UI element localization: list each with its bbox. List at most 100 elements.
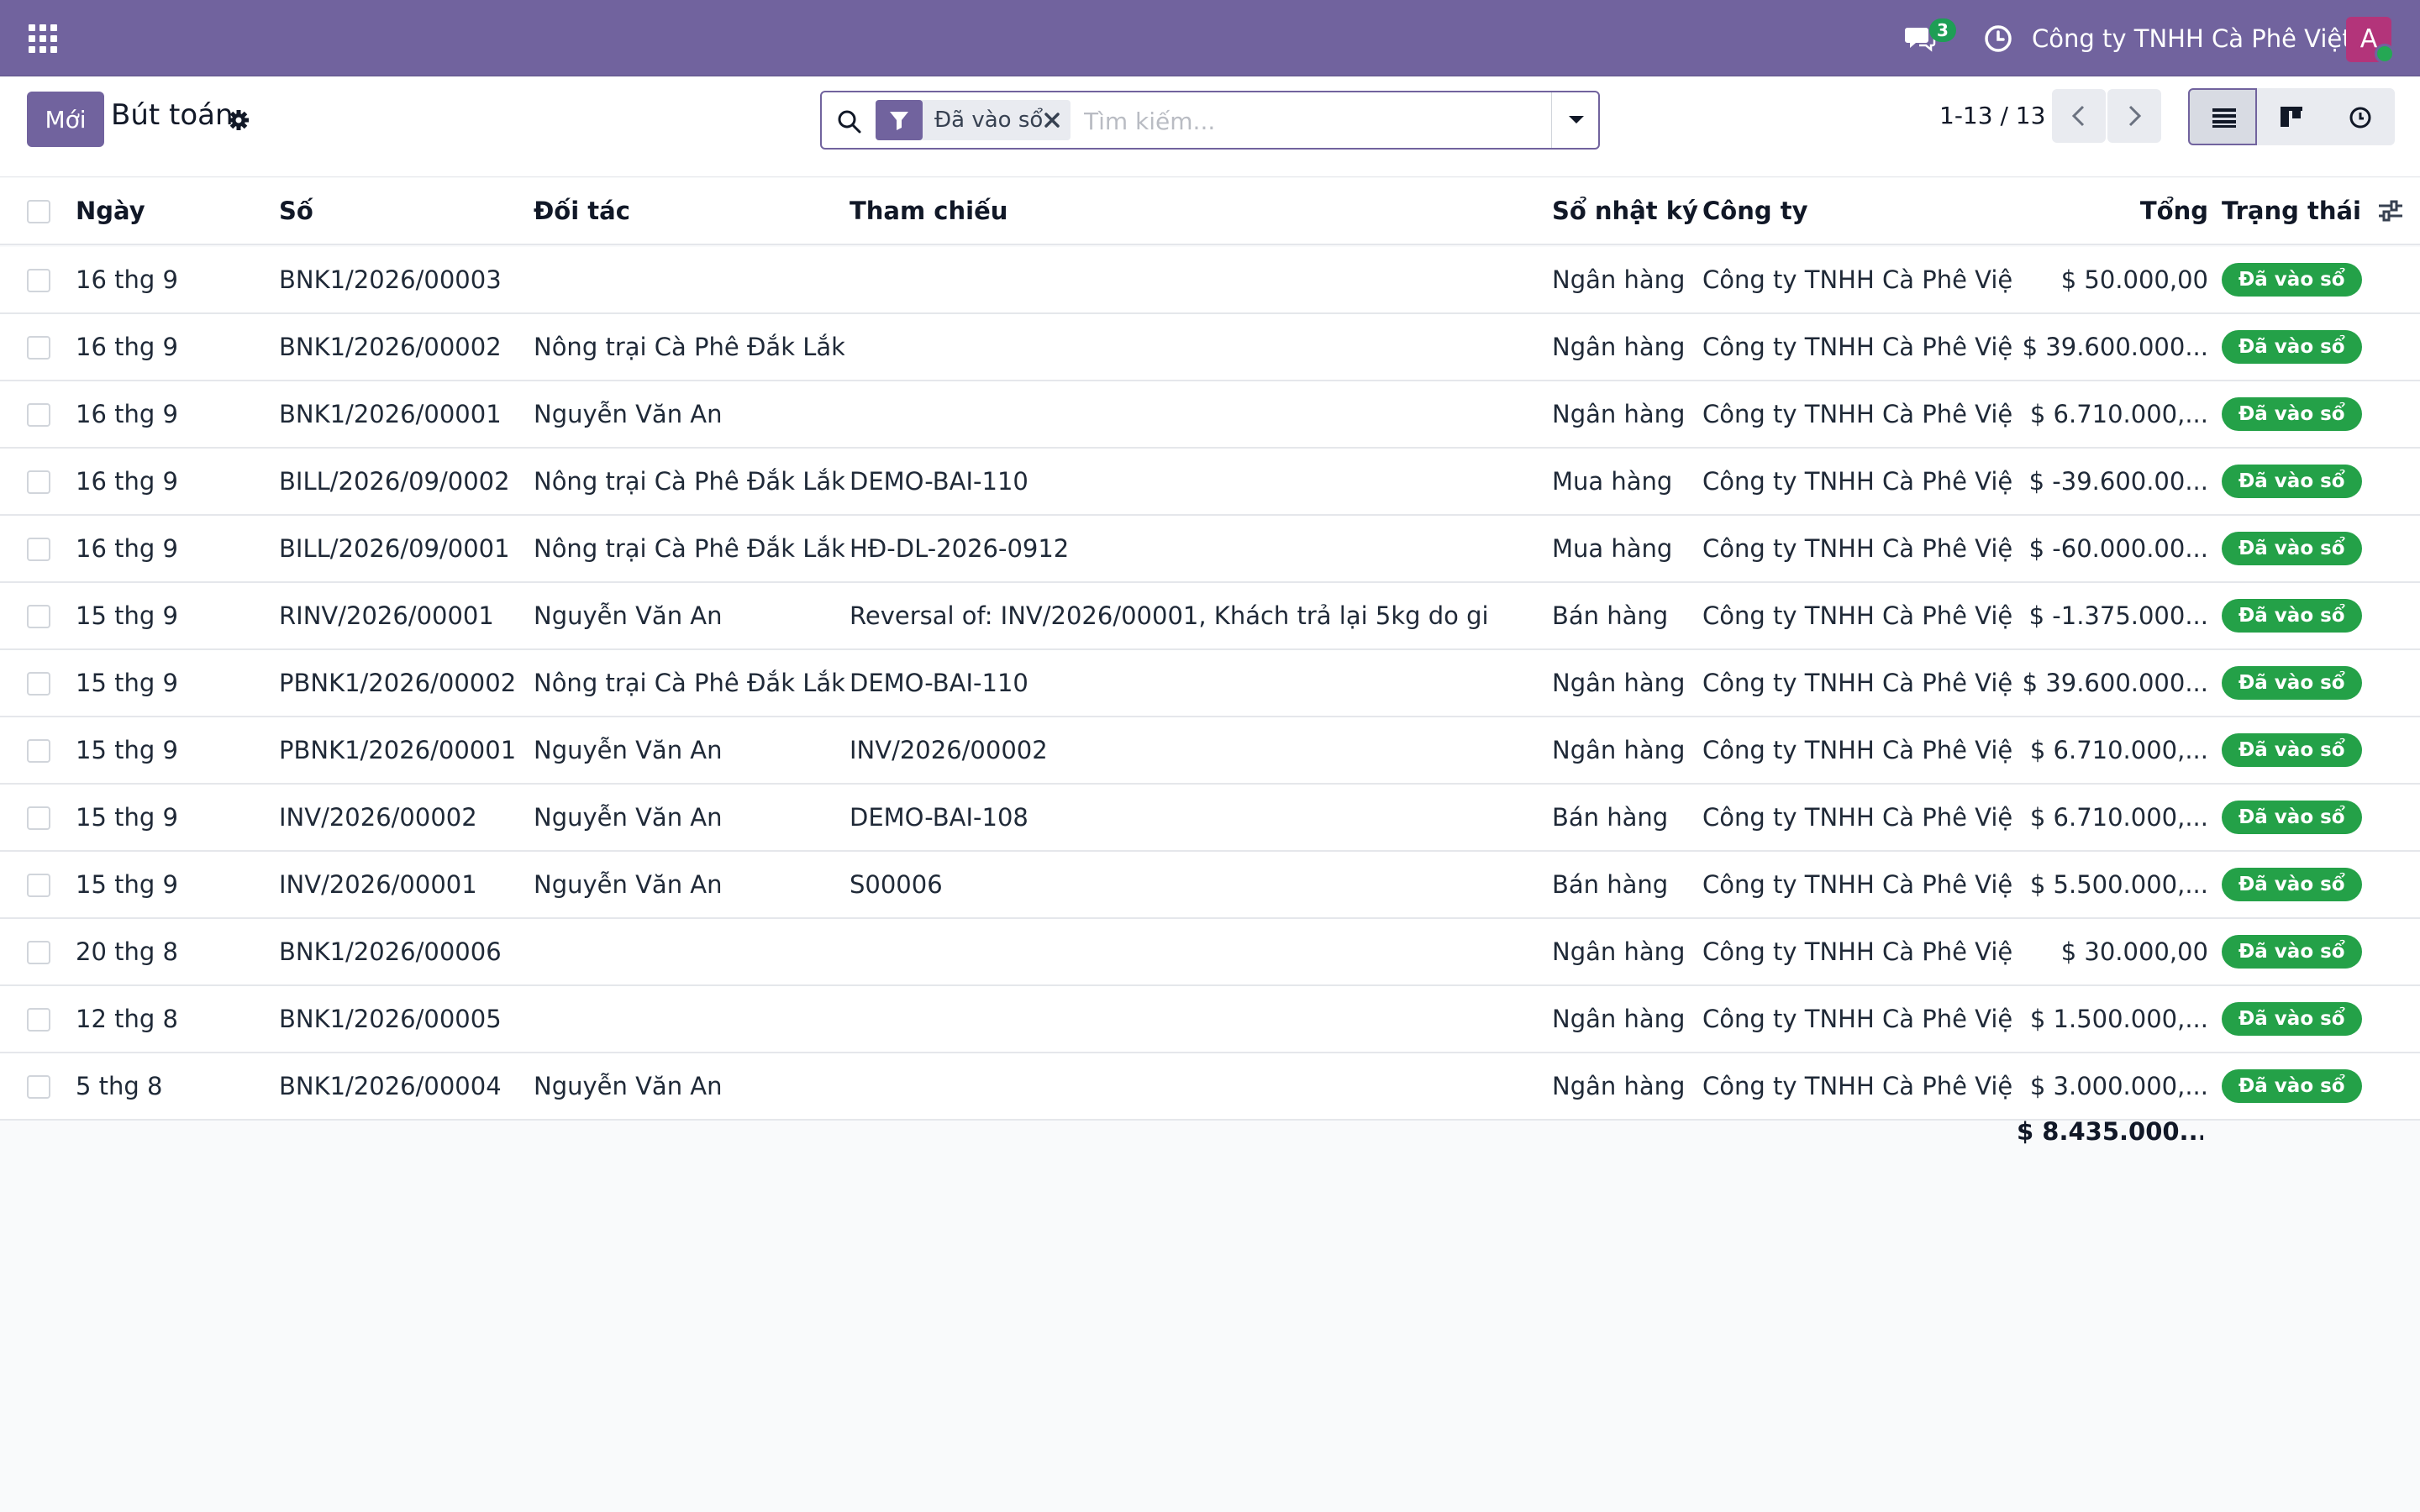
cell-reference: HĐ-DL-2026-0912 (850, 534, 1070, 563)
cell-number: INV/2026/00001 (279, 870, 477, 899)
table-row[interactable]: 5 thg 8 BNK1/2026/00004 Nguyễn Văn An Ngân … (0, 1053, 2420, 1121)
cell-total: $ -1.375.000... (2028, 601, 2208, 630)
column-header-total[interactable]: Tổng (2017, 178, 2208, 244)
table-row[interactable]: 15 thg 9 RINV/2026/00001 Nguyễn Văn An Reve… (0, 583, 2420, 650)
cell-date: 16 thg 9 (76, 400, 178, 428)
cell-company: Công ty TNHH Cà Phê Việt (1702, 1005, 2013, 1033)
row-checkbox[interactable] (27, 806, 50, 830)
filter-icon (876, 100, 923, 140)
row-checkbox[interactable] (27, 403, 50, 427)
column-header-status[interactable]: Trạng thái (2222, 178, 2365, 244)
row-checkbox[interactable] (27, 538, 50, 561)
select-all-checkbox[interactable] (27, 200, 50, 223)
cell-date: 16 thg 9 (76, 265, 178, 294)
table-row[interactable]: 20 thg 8 BNK1/2026/00006 Ngân hàng Công ty … (0, 919, 2420, 986)
cell-journal: Bán hàng (1552, 803, 1669, 832)
cell-total: $ 39.600.000... (2022, 669, 2208, 697)
row-checkbox[interactable] (27, 672, 50, 696)
activity-button[interactable] (1983, 24, 2013, 54)
column-header-reference[interactable]: Tham chiếu (850, 178, 1488, 244)
row-checkbox[interactable] (27, 1075, 50, 1099)
cell-reference (850, 919, 1488, 984)
cell-partner: Nguyễn Văn An (534, 736, 723, 764)
cell-status: Đã vào sổ (2222, 583, 2365, 648)
column-header-journal[interactable]: Sổ nhật ký (1552, 178, 1712, 244)
table-row[interactable]: 15 thg 9 INV/2026/00001 Nguyễn Văn An S0000… (0, 852, 2420, 919)
pager-next-button[interactable] (2107, 89, 2161, 143)
cell-date: 12 thg 8 (76, 1005, 178, 1033)
table-row[interactable]: 15 thg 9 PBNK1/2026/00002 Nông trại Cà Phê… (0, 650, 2420, 717)
cell-reference (850, 986, 1488, 1052)
cell-status: Đã vào sổ (2222, 247, 2365, 312)
cell-partner (534, 247, 844, 312)
cell-company: Công ty TNHH Cà Phê Việt (1702, 467, 2013, 496)
status-badge: Đã vào sổ (2222, 868, 2362, 901)
table-row[interactable]: 16 thg 9 BNK1/2026/00001 Nguyễn Văn An Ngân… (0, 381, 2420, 449)
remove-facet-icon[interactable] (1040, 108, 1064, 132)
table-row[interactable]: 15 thg 9 INV/2026/00002 Nguyễn Văn An DEMO-… (0, 785, 2420, 852)
table-row[interactable]: 12 thg 8 BNK1/2026/00005 Ngân hàng Công ty … (0, 986, 2420, 1053)
row-checkbox[interactable] (27, 874, 50, 897)
table-header-row: Ngày Số Đối tác Tham chiếu Sổ nhật ký Cô… (0, 178, 2420, 245)
cell-number: BILL/2026/09/0001 (279, 534, 510, 563)
cell-number: PBNK1/2026/00001 (279, 736, 517, 764)
activity-view-button[interactable] (2326, 88, 2395, 145)
control-panel: Mới Bút toán Đã vào sổ 1-1 (0, 76, 2420, 177)
cell-status: Đã vào sổ (2222, 785, 2365, 850)
row-checkbox[interactable] (27, 739, 50, 763)
gear-icon[interactable] (227, 108, 250, 132)
chevron-right-icon (2128, 105, 2142, 127)
table-row[interactable]: 16 thg 9 BILL/2026/09/0001 Nông trại Cà Ph… (0, 516, 2420, 583)
company-switcher[interactable]: Công ty TNHH Cà Phê Việt (2032, 20, 2352, 57)
kanban-view-button[interactable] (2257, 88, 2326, 145)
row-checkbox[interactable] (27, 605, 50, 628)
cell-reference: DEMO-BAI-110 (850, 467, 1028, 496)
cell-status: Đã vào sổ (2222, 381, 2365, 447)
row-checkbox[interactable] (27, 1008, 50, 1032)
messages-button[interactable]: 3 (1901, 18, 1956, 57)
cell-partner: Nguyễn Văn An (534, 803, 723, 832)
cell-company: Công ty TNHH Cà Phê Việt (1702, 870, 2013, 899)
list-view-button[interactable] (2188, 88, 2257, 145)
cell-total: $ 6.710.000,... (2029, 803, 2208, 832)
cell-status: Đã vào sổ (2222, 1053, 2365, 1119)
column-header-company[interactable]: Công ty (1702, 178, 2013, 244)
search-input[interactable] (1084, 101, 1504, 141)
cell-reference (850, 1053, 1488, 1119)
cell-journal: Ngân hàng (1552, 265, 1686, 294)
cell-partner: Nông trại Cà Phê Đắk Lắk (534, 467, 844, 496)
cell-date: 15 thg 9 (76, 736, 178, 764)
column-header-number[interactable]: Số (279, 178, 531, 244)
row-checkbox[interactable] (27, 941, 50, 964)
search-options-toggle[interactable] (1551, 92, 1600, 148)
cell-partner (534, 919, 844, 984)
table-row[interactable]: 15 thg 9 PBNK1/2026/00001 Nguyễn Văn An INV… (0, 717, 2420, 785)
row-checkbox[interactable] (27, 269, 50, 292)
column-settings-icon[interactable] (2376, 197, 2405, 225)
pager-value[interactable]: 1-13 / 13 (1939, 102, 2045, 129)
status-badge: Đã vào sổ (2222, 733, 2362, 767)
cell-partner: Nguyễn Văn An (534, 400, 723, 428)
cell-status: Đã vào sổ (2222, 852, 2365, 917)
cell-partner: Nông trại Cà Phê Đắk Lắk (534, 333, 844, 361)
cell-total: $ 39.600.000... (2022, 333, 2208, 361)
new-button[interactable]: Mới (27, 92, 104, 147)
column-header-date[interactable]: Ngày (76, 178, 269, 244)
pager-previous-button[interactable] (2052, 89, 2106, 143)
messages-count-badge: 3 (1929, 18, 1956, 42)
cell-date: 15 thg 9 (76, 870, 178, 899)
table-row[interactable]: 16 thg 9 BNK1/2026/00003 Ngân hàng Công ty … (0, 247, 2420, 314)
cell-date: 16 thg 9 (76, 333, 178, 361)
column-header-partner[interactable]: Đối tác (534, 178, 844, 244)
row-checkbox[interactable] (27, 470, 50, 494)
status-badge: Đã vào sổ (2222, 532, 2362, 565)
apps-menu-icon[interactable] (29, 24, 59, 55)
status-badge: Đã vào sổ (2222, 935, 2362, 969)
table-row[interactable]: 16 thg 9 BNK1/2026/00002 Nông trại Cà Phê … (0, 314, 2420, 381)
cell-partner (534, 986, 844, 1052)
row-checkbox[interactable] (27, 336, 50, 360)
table-row[interactable]: 16 thg 9 BILL/2026/09/0002 Nông trại Cà Ph… (0, 449, 2420, 516)
cell-company: Công ty TNHH Cà Phê Việt (1702, 1072, 2013, 1100)
status-badge: Đã vào sổ (2222, 263, 2362, 297)
page-title: Bút toán (111, 98, 234, 132)
